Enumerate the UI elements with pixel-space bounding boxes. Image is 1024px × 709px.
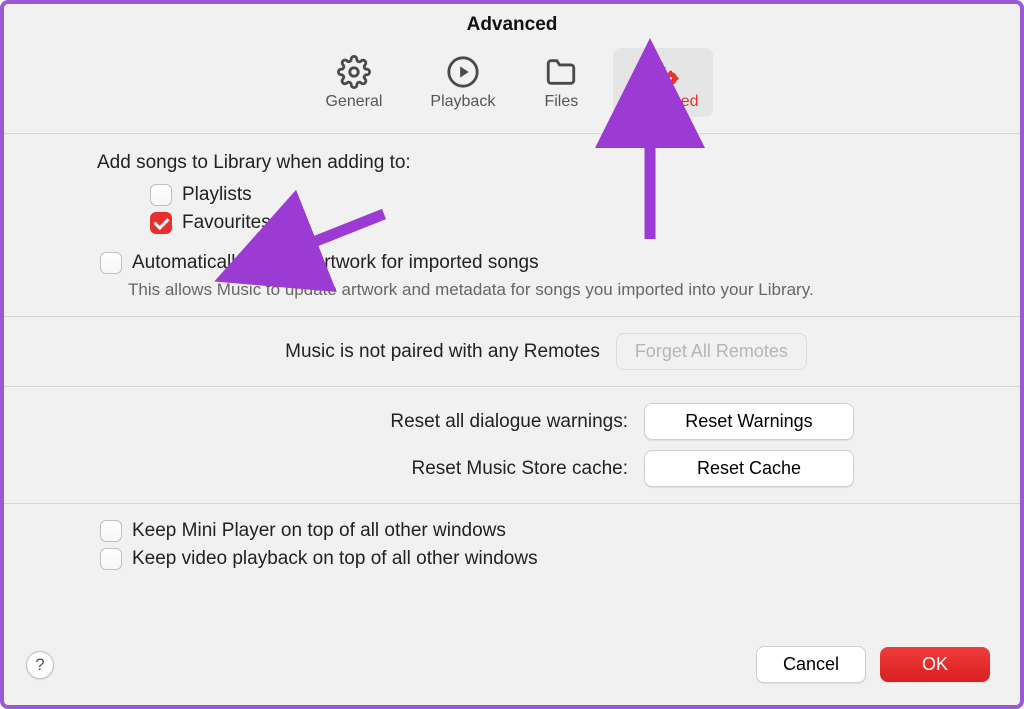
option-label: Keep video playback on top of all other … [132, 548, 538, 570]
tab-label: General [325, 93, 382, 111]
remotes-row: Music is not paired with any Remotes For… [102, 333, 990, 370]
separator [4, 386, 1020, 387]
checkbox-video[interactable] [100, 548, 122, 570]
option-label: Playlists [182, 184, 252, 206]
tab-label: Playback [430, 93, 495, 111]
reset-cache-button[interactable]: Reset Cache [644, 450, 854, 487]
gear-icon [336, 54, 372, 90]
option-artwork[interactable]: Automatically update artwork for importe… [100, 252, 990, 274]
reset-warnings-label: Reset all dialogue warnings: [238, 411, 628, 433]
option-label: Automatically update artwork for importe… [132, 252, 539, 274]
footer: ? Cancel OK [4, 630, 1020, 705]
advanced-pane: Add songs to Library when adding to: Pla… [4, 134, 1020, 570]
cancel-button[interactable]: Cancel [756, 646, 866, 683]
option-label: Favourites [182, 212, 271, 234]
reset-cache-row: Reset Music Store cache: Reset Cache [102, 450, 990, 487]
tab-advanced[interactable]: Advanced [613, 48, 712, 117]
tab-label: Advanced [627, 93, 698, 111]
preferences-window: Advanced General Playback Files [0, 0, 1024, 709]
tab-files[interactable]: Files [529, 48, 593, 117]
double-gear-icon [645, 54, 681, 90]
preferences-toolbar: General Playback Files Advanced [4, 48, 1020, 134]
option-label: Keep Mini Player on top of all other win… [132, 520, 506, 542]
tab-general[interactable]: General [311, 48, 396, 117]
separator [4, 503, 1020, 504]
window-title: Advanced [4, 14, 1020, 36]
tab-playback[interactable]: Playback [416, 48, 509, 117]
checkbox-playlists[interactable] [150, 184, 172, 206]
remotes-status: Music is not paired with any Remotes [285, 341, 600, 363]
reset-warnings-button[interactable]: Reset Warnings [644, 403, 854, 440]
library-heading: Add songs to Library when adding to: [97, 152, 990, 174]
ok-button[interactable]: OK [880, 647, 990, 682]
folder-icon [543, 54, 579, 90]
forget-remotes-button: Forget All Remotes [616, 333, 807, 370]
artwork-description: This allows Music to update artwork and … [128, 280, 990, 300]
option-mini-on-top[interactable]: Keep Mini Player on top of all other win… [100, 520, 990, 542]
option-video-on-top[interactable]: Keep video playback on top of all other … [100, 548, 990, 570]
option-playlists[interactable]: Playlists [150, 184, 990, 206]
reset-warnings-row: Reset all dialogue warnings: Reset Warni… [102, 403, 990, 440]
checkbox-mini[interactable] [100, 520, 122, 542]
separator [4, 316, 1020, 317]
checkbox-favourites[interactable] [150, 212, 172, 234]
reset-cache-label: Reset Music Store cache: [238, 458, 628, 480]
window-header: Advanced General Playback Files [4, 4, 1020, 134]
tab-label: Files [544, 93, 578, 111]
option-favourites[interactable]: Favourites [150, 212, 990, 234]
help-button[interactable]: ? [26, 651, 54, 679]
play-circle-icon [445, 54, 481, 90]
checkbox-artwork[interactable] [100, 252, 122, 274]
